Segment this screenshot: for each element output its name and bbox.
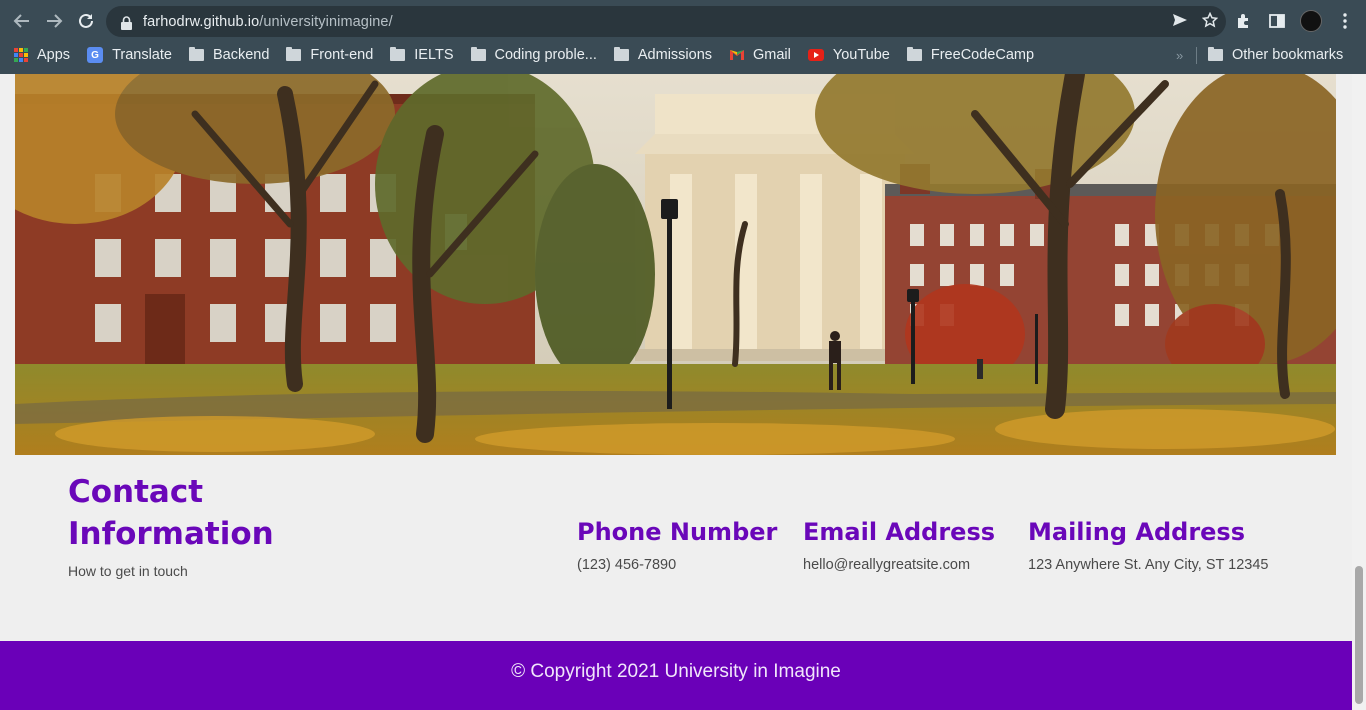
profile-avatar[interactable] bbox=[1300, 10, 1322, 32]
more-bookmarks-button[interactable]: » bbox=[1176, 42, 1183, 68]
gmail-icon bbox=[730, 50, 745, 60]
browser-toolbar: farhodrw.github.io/universityinimagine/ bbox=[0, 0, 1366, 42]
contact-subtitle: How to get in touch bbox=[68, 563, 188, 579]
bookmark-admissions[interactable]: Admissions bbox=[613, 47, 713, 63]
email-value: hello@reallygreatsite.com bbox=[803, 557, 971, 573]
phone-heading: Phone Number bbox=[577, 518, 778, 546]
page-scrollbar[interactable] bbox=[1352, 74, 1366, 710]
bookmark-label: Gmail bbox=[753, 47, 791, 63]
url-text[interactable]: farhodrw.github.io/universityinimagine/ bbox=[143, 14, 393, 30]
bookmark-label: Apps bbox=[37, 47, 71, 63]
mailing-section: Mailing Address 123 Anywhere St. Any Cit… bbox=[1028, 514, 1268, 573]
bookmarks-divider bbox=[1196, 47, 1197, 64]
extensions-icon[interactable] bbox=[1232, 10, 1254, 32]
bookmark-ielts[interactable]: IELTS bbox=[390, 47, 454, 63]
bookmark-label: Translate bbox=[112, 47, 172, 63]
other-bookmarks[interactable]: Other bookmarks bbox=[1208, 42, 1343, 68]
mailing-value: 123 Anywhere St. Any City, ST 12345 bbox=[1028, 557, 1269, 573]
browser-chrome: farhodrw.github.io/universityinimagine/ bbox=[0, 0, 1366, 74]
phone-value: (123) 456-7890 bbox=[577, 557, 677, 573]
folder-icon bbox=[286, 47, 302, 61]
folder-icon bbox=[188, 47, 204, 61]
folder-icon bbox=[1208, 47, 1223, 61]
bookmark-label: YouTube bbox=[832, 47, 890, 63]
google-translate-icon: G bbox=[87, 47, 104, 63]
reload-button[interactable] bbox=[70, 5, 102, 37]
back-button[interactable] bbox=[6, 5, 38, 37]
bookmark-label: FreeCodeCamp bbox=[930, 47, 1035, 63]
menu-kebab-icon[interactable] bbox=[1334, 10, 1356, 32]
folder-icon bbox=[613, 47, 629, 61]
bookmark-label: Coding proble... bbox=[494, 47, 597, 63]
side-panel-icon[interactable] bbox=[1266, 10, 1288, 32]
send-icon[interactable] bbox=[1172, 13, 1188, 31]
bookmark-coding-problems[interactable]: Coding proble... bbox=[470, 47, 597, 63]
bookmark-label: IELTS bbox=[414, 47, 454, 63]
bookmark-apps[interactable]: Apps bbox=[14, 47, 70, 63]
contact-title: Contact Information bbox=[68, 474, 274, 552]
bookmark-freecodecamp[interactable]: FreeCodeCamp bbox=[906, 47, 1035, 63]
reload-icon bbox=[79, 13, 93, 28]
bookmark-label: Admissions bbox=[637, 47, 713, 63]
url-path: /universityinimagine/ bbox=[259, 13, 393, 30]
arrow-right-icon bbox=[47, 14, 63, 28]
forward-button[interactable] bbox=[38, 5, 70, 37]
bookmark-backend[interactable]: Backend bbox=[188, 47, 270, 63]
url-host: farhodrw.github.io bbox=[143, 13, 260, 30]
mailing-heading: Mailing Address bbox=[1028, 518, 1245, 546]
bookmark-front-end[interactable]: Front-end bbox=[286, 47, 373, 63]
footer: © Copyright 2021 University in Imagine bbox=[0, 641, 1352, 710]
folder-icon bbox=[906, 47, 922, 61]
bookmarks-bar: Apps G Translate Backend Front-end IELTS… bbox=[0, 42, 1366, 68]
scrollbar-thumb[interactable] bbox=[1355, 566, 1363, 704]
email-heading: Email Address bbox=[803, 518, 996, 546]
email-section: Email Address hello@reallygreatsite.com bbox=[803, 514, 995, 573]
campus-photo bbox=[15, 74, 1336, 455]
bookmark-label: Other bookmarks bbox=[1232, 47, 1344, 63]
apps-grid-icon bbox=[14, 48, 28, 62]
bookmark-youtube[interactable]: YouTube bbox=[807, 47, 890, 63]
arrow-left-icon bbox=[13, 14, 29, 28]
address-bar[interactable]: farhodrw.github.io/universityinimagine/ bbox=[106, 6, 1226, 37]
copyright-text: © Copyright 2021 University in Imagine bbox=[511, 660, 841, 682]
star-icon[interactable] bbox=[1201, 11, 1219, 32]
phone-section: Phone Number (123) 456-7890 bbox=[577, 514, 777, 573]
youtube-icon bbox=[807, 49, 824, 61]
lock-icon[interactable] bbox=[119, 14, 133, 30]
bookmark-translate[interactable]: G Translate bbox=[87, 47, 172, 63]
folder-icon bbox=[390, 47, 406, 61]
web-page: Contact Information How to get in touch … bbox=[0, 74, 1352, 710]
bookmark-label: Front-end bbox=[310, 47, 374, 63]
bookmark-gmail[interactable]: Gmail bbox=[729, 47, 791, 63]
folder-icon bbox=[470, 47, 486, 61]
bookmark-label: Backend bbox=[212, 47, 270, 63]
